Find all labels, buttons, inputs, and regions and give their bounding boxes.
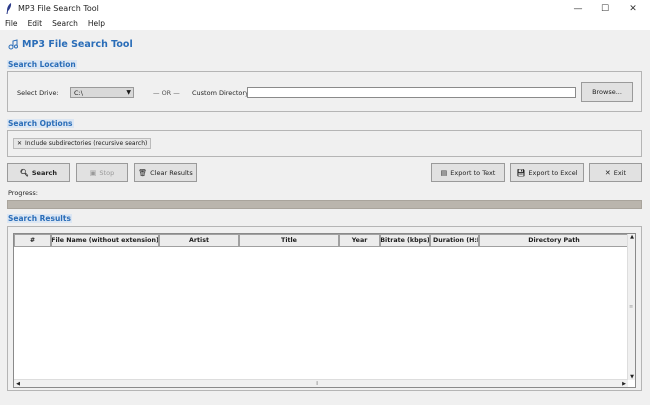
export-text-button[interactable]: ▤ Export to Text [431,163,505,182]
vertical-scrollbar[interactable]: ▲ ≡ ▼ [627,234,635,380]
menu-help[interactable]: Help [87,19,106,28]
checkbox-mark-icon: ✕ [17,140,23,147]
search-location-label: Search Location [7,60,77,69]
title-bar: MP3 File Search Tool — ☐ ✕ [0,0,650,17]
stop-icon: ▣ [89,168,97,177]
column-header-index[interactable]: # [14,234,51,247]
include-subdirectories-checkbox[interactable]: ✕ Include subdirectories (recursive sear… [13,138,152,149]
search-results-label: Search Results [7,214,72,223]
export-excel-button[interactable]: 💾︎ Export to Excel [510,163,584,182]
search-button[interactable]: 🔍︎ Search [7,163,70,182]
or-separator: — OR — [153,89,180,97]
results-table: # File Name (without extension) Artist T… [13,233,636,388]
drive-label: Select Drive: [17,89,59,97]
minimize-button[interactable]: — [564,0,592,17]
exit-button[interactable]: ✕ Exit [589,163,642,182]
drive-value: C:\ [74,89,83,97]
progress-label: Progress: [8,189,38,197]
magnifier-icon: 🔍︎ [19,168,29,177]
scroll-grip-icon: ⦀ [316,381,319,387]
menu-edit[interactable]: Edit [27,19,44,28]
close-icon: ✕ [604,168,611,177]
menu-search[interactable]: Search [51,19,79,28]
menu-file[interactable]: File [4,19,19,28]
feather-icon [6,3,12,14]
drive-select[interactable]: C:\ ▼ [70,87,134,98]
stop-button[interactable]: ▣ Stop [76,163,128,182]
include-subdirectories-label: Include subdirectories (recursive search… [25,140,148,147]
column-header-year[interactable]: Year [339,234,380,247]
scroll-down-icon[interactable]: ▼ [628,374,635,380]
app-heading: MP3 File Search Tool [8,39,133,50]
clear-results-button[interactable]: 🗑︎ Clear Results [134,163,197,182]
scroll-left-icon[interactable]: ◀ [14,381,22,387]
chevron-down-icon: ▼ [126,89,131,96]
search-options-label: Search Options [7,119,74,128]
progress-bar [7,200,642,209]
column-header-directory-path[interactable]: Directory Path [479,234,629,247]
browse-button[interactable]: Browse... [581,82,633,102]
menu-bar: File Edit Search Help [0,17,650,30]
custom-directory-input[interactable] [247,87,576,98]
save-icon: 💾︎ [516,168,526,177]
column-header-duration[interactable]: Duration (H:M [430,234,479,247]
scroll-up-icon[interactable]: ▲ [628,234,635,240]
table-header: # File Name (without extension) Artist T… [14,234,629,247]
search-location-frame: Select Drive: C:\ ▼ — OR — Custom Direct… [7,71,642,112]
scroll-grip-icon: ≡ [629,304,634,310]
column-header-bitrate[interactable]: Bitrate (kbps) [380,234,430,247]
column-header-file-name[interactable]: File Name (without extension) [51,234,159,247]
close-window-button[interactable]: ✕ [619,0,647,17]
column-header-artist[interactable]: Artist [159,234,239,247]
app-title: MP3 File Search Tool [22,39,133,50]
scroll-right-icon[interactable]: ▶ [620,381,628,387]
window-title: MP3 File Search Tool [18,4,99,13]
trash-icon: 🗑︎ [138,168,148,177]
maximize-button[interactable]: ☐ [591,0,619,17]
document-icon: ▤ [440,168,448,177]
music-search-icon [8,39,18,50]
column-header-title[interactable]: Title [239,234,339,247]
custom-directory-label: Custom Directory: [192,89,251,97]
horizontal-scrollbar[interactable]: ◀ ⦀ ▶ [14,379,628,387]
